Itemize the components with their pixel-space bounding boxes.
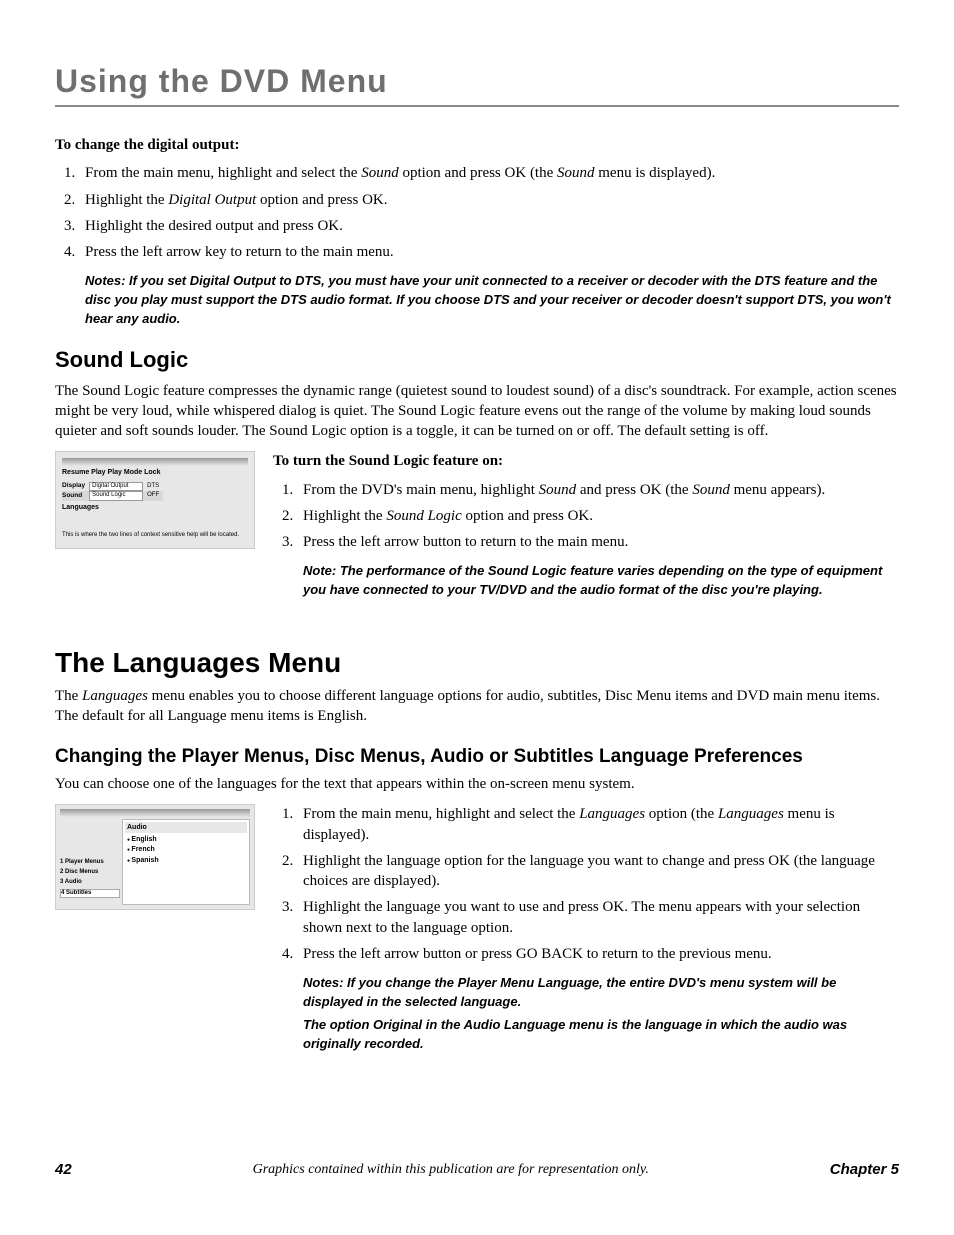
screenshot-languages-menu: 1 Player Menus 2 Disc Menus 3 Audio 4 Su… bbox=[55, 804, 255, 910]
text: From the main menu, highlight and select… bbox=[85, 165, 361, 181]
lang-item-audio: 3 Audio bbox=[60, 879, 120, 887]
text: menu appears). bbox=[730, 482, 825, 498]
context-help-text: This is where the two lines of context s… bbox=[62, 532, 248, 540]
lang-option-spanish: Spanish bbox=[127, 856, 247, 865]
menu-item-lock: Lock bbox=[144, 468, 160, 477]
text-italic: Sound bbox=[557, 165, 595, 181]
digital-output-button: Digital Output bbox=[89, 482, 143, 492]
menu-item-sound: Sound bbox=[62, 491, 89, 501]
digital-output-value: DTS bbox=[147, 482, 163, 492]
chapter-title: Using the DVD Menu bbox=[55, 60, 899, 107]
step-1: From the main menu, highlight and select… bbox=[297, 804, 899, 845]
changing-prefs-note-2: The option Original in the Audio Languag… bbox=[303, 1016, 899, 1054]
text-italic: Sound bbox=[539, 482, 577, 498]
lang-option-french: French bbox=[127, 845, 247, 854]
changing-prefs-heading: Changing the Player Menus, Disc Menus, A… bbox=[55, 744, 899, 770]
text: menu is displayed). bbox=[595, 165, 716, 181]
sound-logic-heading: Sound Logic bbox=[55, 345, 899, 375]
text-italic: Languages bbox=[579, 806, 645, 822]
changing-prefs-intro: You can choose one of the languages for … bbox=[55, 774, 899, 794]
step-4: Press the left arrow key to return to th… bbox=[79, 242, 899, 262]
menu-item-languages: Languages bbox=[62, 503, 99, 512]
step-4: Press the left arrow button or press GO … bbox=[297, 944, 899, 964]
text: The bbox=[55, 688, 82, 704]
changing-prefs-note-1: Notes: If you change the Player Menu Lan… bbox=[303, 974, 899, 1012]
digital-output-steps: From the main menu, highlight and select… bbox=[55, 163, 899, 262]
chapter-label: Chapter 5 bbox=[830, 1160, 899, 1180]
text-italic: Sound Logic bbox=[386, 508, 461, 524]
languages-menu-intro: The Languages menu enables you to choose… bbox=[55, 686, 899, 727]
text: menu enables you to choose different lan… bbox=[55, 688, 880, 724]
text: option and press OK. bbox=[256, 192, 387, 208]
digital-output-heading: To change the digital output: bbox=[55, 135, 899, 155]
page-number: 42 bbox=[55, 1160, 72, 1180]
menu-item-display: Display bbox=[62, 482, 89, 492]
text: From the main menu, highlight and select… bbox=[303, 806, 579, 822]
lang-item-disc-menus: 2 Disc Menus bbox=[60, 869, 120, 877]
footer-caption: Graphics contained within this publicati… bbox=[253, 1161, 649, 1180]
lang-item-player-menus: 1 Player Menus bbox=[60, 859, 120, 867]
screenshot-sound-menu: Resume Play Play Mode Lock Display Digit… bbox=[55, 451, 255, 549]
sound-logic-value: OFF bbox=[147, 491, 163, 501]
menu-item-playmode: Play Mode bbox=[108, 468, 143, 477]
text: option and press OK. bbox=[462, 508, 593, 524]
step-2: Highlight the language option for the la… bbox=[297, 851, 899, 892]
text: option and press OK (the bbox=[399, 165, 557, 181]
step-1: From the DVD's main menu, highlight Soun… bbox=[297, 480, 899, 500]
text-italic: Languages bbox=[82, 688, 148, 704]
digital-output-note: Notes: If you set Digital Output to DTS,… bbox=[85, 272, 899, 329]
text-italic: Languages bbox=[718, 806, 784, 822]
text: option (the bbox=[645, 806, 718, 822]
sound-logic-intro: The Sound Logic feature compresses the d… bbox=[55, 381, 899, 442]
page-footer: 42 Graphics contained within this public… bbox=[55, 1160, 899, 1180]
sound-logic-subhead: To turn the Sound Logic feature on: bbox=[273, 451, 899, 471]
lang-item-subtitles: 4 Subtitles bbox=[60, 889, 120, 899]
text: Highlight the bbox=[85, 192, 168, 208]
step-2: Highlight the Digital Output option and … bbox=[79, 190, 899, 210]
text: Highlight the bbox=[303, 508, 386, 524]
text-italic: Sound bbox=[361, 165, 399, 181]
text: and press OK (the bbox=[576, 482, 692, 498]
text: From the DVD's main menu, highlight bbox=[303, 482, 539, 498]
lang-option-english: English bbox=[127, 835, 247, 844]
menu-item-resume: Resume Play bbox=[62, 468, 106, 477]
step-2: Highlight the Sound Logic option and pre… bbox=[297, 506, 899, 526]
step-1: From the main menu, highlight and select… bbox=[79, 163, 899, 183]
lang-panel-header: Audio bbox=[125, 822, 247, 833]
changing-prefs-steps: From the main menu, highlight and select… bbox=[273, 804, 899, 964]
sound-logic-note: Note: The performance of the Sound Logic… bbox=[303, 562, 899, 600]
sound-logic-button: Sound Logic bbox=[89, 491, 143, 501]
step-3: Highlight the language you want to use a… bbox=[297, 897, 899, 938]
text-italic: Sound bbox=[692, 482, 730, 498]
languages-menu-heading: The Languages Menu bbox=[55, 644, 899, 682]
text-italic: Digital Output bbox=[168, 192, 256, 208]
sound-logic-steps: From the DVD's main menu, highlight Soun… bbox=[273, 480, 899, 553]
step-3: Press the left arrow button to return to… bbox=[297, 532, 899, 552]
step-3: Highlight the desired output and press O… bbox=[79, 216, 899, 236]
